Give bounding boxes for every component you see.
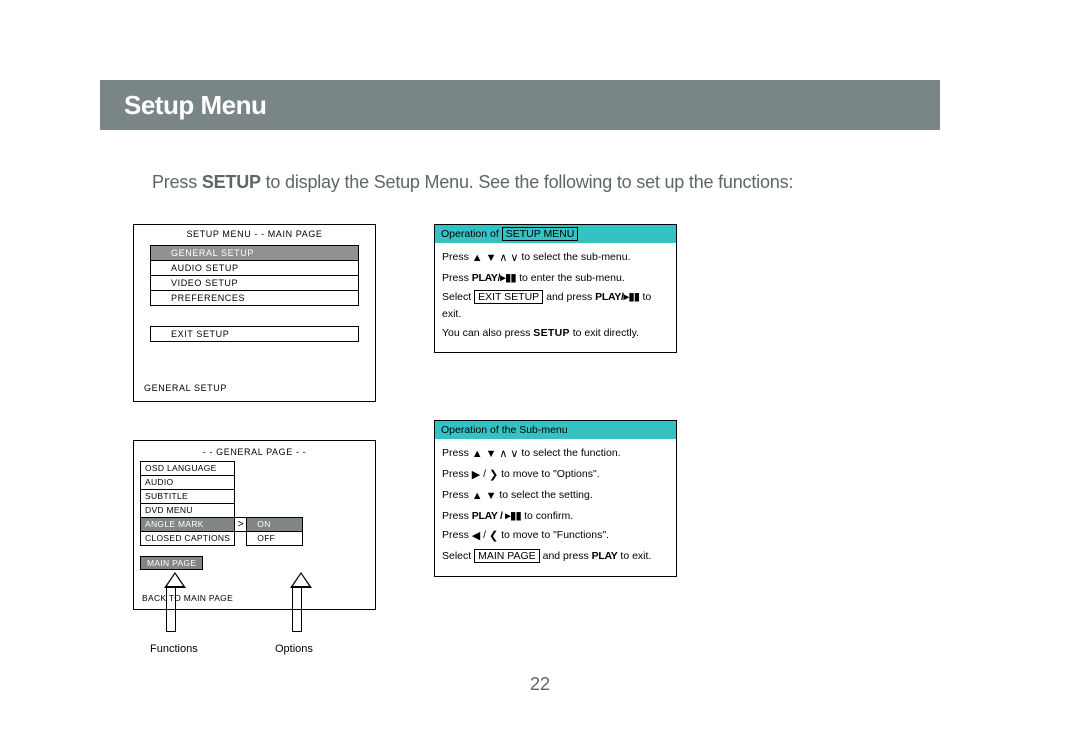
exit-setup-box: EXIT SETUP	[474, 290, 543, 304]
mainpage-list: GENERAL SETUP AUDIO SETUP VIDEO SETUP PR…	[150, 245, 359, 306]
solid-left-icon: ◀	[472, 530, 480, 542]
gp-subtitle: SUBTITLE	[141, 490, 235, 504]
op1-body: Press ▲ ▼ ∧ ∨ to select the sub-menu. Pr…	[435, 243, 676, 352]
gp-dvdmenu: DVD MENU	[141, 504, 235, 518]
op1-header-pre: Operation of	[441, 228, 502, 240]
header-bar: Setup Menu	[100, 80, 940, 130]
chev-up-icon: ∧	[499, 252, 507, 264]
intro-pre: Press	[152, 172, 202, 192]
page-number: 22	[0, 674, 1080, 695]
gp-anglemark: ANGLE MARK	[141, 518, 235, 532]
op2-line3: Press ▲ ▼ to select the setting.	[442, 487, 669, 505]
label-options: Options	[275, 643, 313, 655]
mainpage-item-audio: AUDIO SETUP	[151, 260, 358, 275]
mainpage-item-video: VIDEO SETUP	[151, 275, 358, 290]
chev-right-icon: ❯	[489, 469, 498, 481]
gp-mainpage-btn: MAIN PAGE	[140, 556, 203, 570]
op1-header-box: SETUP MENU	[502, 227, 579, 241]
solid-down-icon: ▼	[486, 448, 497, 460]
mainpage-item-general: GENERAL SETUP	[151, 246, 358, 260]
play-label4: PLAY	[592, 550, 618, 562]
page-title: Setup Menu	[124, 90, 266, 121]
operation-submenu-box: Operation of the Sub-menu Press ▲ ▼ ∧ ∨ …	[434, 420, 677, 577]
gp-audio: AUDIO	[141, 476, 235, 490]
op1-line3: Select EXIT SETUP and press PLAY/▸▮▮ to …	[442, 289, 669, 322]
op1-line4: You can also press SETUP to exit directl…	[442, 325, 669, 341]
gp-cc: CLOSED CAPTIONS	[141, 532, 235, 546]
gp-anglemark-on: ON	[247, 518, 303, 532]
gp-osd: OSD LANGUAGE	[141, 462, 235, 476]
intro-text: Press SETUP to display the Setup Menu. S…	[152, 172, 793, 193]
solid-right-icon: ▶	[472, 469, 480, 481]
op1-line2: Press PLAY/▸▮▮ to enter the sub-menu.	[442, 270, 669, 286]
mainpage-exit: EXIT SETUP	[150, 326, 359, 342]
arrow-options-icon	[290, 572, 304, 632]
setup-word: SETUP	[533, 327, 570, 339]
op2-line1: Press ▲ ▼ ∧ ∨ to select the function.	[442, 445, 669, 463]
solid-up-icon: ▲	[472, 252, 483, 264]
chev-up-icon: ∧	[499, 448, 507, 460]
setupmenu-mainpage-screenshot: SETUP MENU - - MAIN PAGE GENERAL SETUP A…	[133, 224, 376, 402]
gp-arrow-icon: >	[235, 518, 247, 532]
intro-post: to display the Setup Menu. See the follo…	[261, 172, 793, 192]
generalpage-title: - - GENERAL PAGE - -	[134, 441, 375, 461]
op2-line5: Press ◀ / ❮ to move to "Functions".	[442, 527, 669, 545]
op1-header: Operation of SETUP MENU	[435, 225, 676, 243]
mainpage-title: SETUP MENU - - MAIN PAGE	[134, 225, 375, 242]
mainpage-footer: GENERAL SETUP	[144, 383, 227, 393]
play-label2: PLAY/▸▮▮	[595, 291, 639, 303]
op2-body: Press ▲ ▼ ∧ ∨ to select the function. Pr…	[435, 439, 676, 576]
solid-up-icon: ▲	[472, 448, 483, 460]
play-label: PLAY/▸▮▮	[472, 272, 516, 284]
mainpage-item-preferences: PREFERENCES	[151, 290, 358, 305]
op2-line6: Select MAIN PAGE and press PLAY to exit.	[442, 548, 669, 564]
solid-up-icon: ▲	[472, 490, 483, 502]
label-functions: Functions	[150, 643, 198, 655]
op2-line2: Press ▶ / ❯ to move to "Options".	[442, 466, 669, 484]
op2-header: Operation of the Sub-menu	[435, 421, 676, 439]
op1-line1: Press ▲ ▼ ∧ ∨ to select the sub-menu.	[442, 249, 669, 267]
play-label3: PLAY / ▸▮▮	[472, 510, 521, 522]
solid-down-icon: ▼	[486, 490, 497, 502]
chev-left-icon: ❮	[489, 530, 498, 542]
mainpage-box-word: MAIN PAGE	[474, 549, 540, 563]
generalpage-table: OSD LANGUAGE AUDIO SUBTITLE DVD MENU ANG…	[140, 461, 303, 546]
solid-down-icon: ▼	[486, 252, 497, 264]
gp-cc-off: OFF	[247, 532, 303, 546]
arrow-functions-icon	[164, 572, 178, 632]
intro-bold: SETUP	[202, 172, 261, 192]
gp-footer: BACK TO MAIN PAGE	[142, 593, 233, 603]
op2-line4: Press PLAY / ▸▮▮ to confirm.	[442, 508, 669, 524]
operation-setupmenu-box: Operation of SETUP MENU Press ▲ ▼ ∧ ∨ to…	[434, 224, 677, 353]
